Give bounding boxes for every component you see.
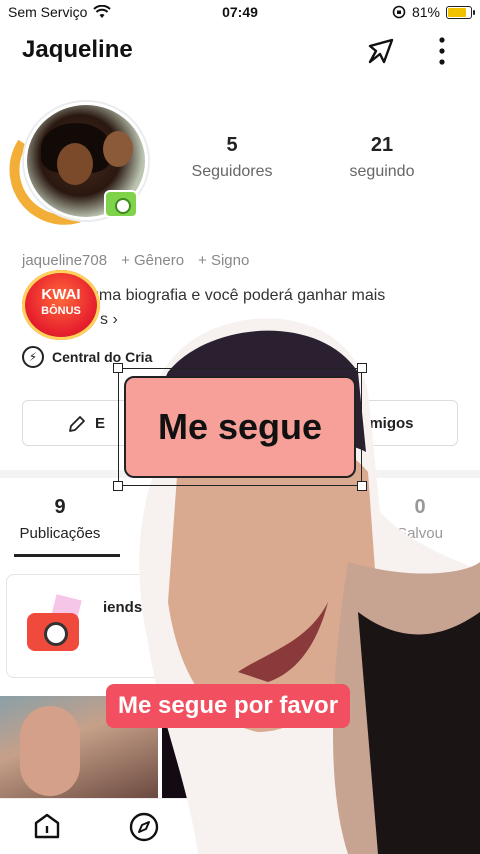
following-label: seguindo <box>349 163 415 180</box>
battery-percent: 81% <box>411 4 440 20</box>
following-stat[interactable]: 21 seguindo <box>312 134 452 181</box>
camera-sticker-icon <box>104 190 138 218</box>
profile-handle[interactable]: jaqueline708 <box>22 252 107 269</box>
home-icon[interactable] <box>32 811 62 841</box>
camera-illustration-icon <box>21 591 87 659</box>
handle-row: jaqueline708 + Gênero + Signo <box>22 252 249 269</box>
followers-label: Seguidores <box>191 163 273 180</box>
following-count: 21 <box>370 134 394 156</box>
followers-count: 5 <box>226 134 238 156</box>
kwai-badge-subtitle: BÔNUS <box>41 305 81 317</box>
add-sign-link[interactable]: + Signo <box>198 252 249 269</box>
me-segue-sticker[interactable]: Me segue <box>124 376 356 478</box>
share-arrow-icon[interactable] <box>364 34 398 68</box>
vertical-dots-icon[interactable] <box>434 36 450 66</box>
orientation-lock-icon <box>392 5 406 19</box>
kwai-bonus-badge[interactable]: KWAI BÔNUS <box>22 270 100 340</box>
status-right: 81% <box>392 4 475 20</box>
publications-label: Publicações <box>19 525 101 542</box>
active-tab-indicator <box>14 554 120 557</box>
profile-header: Jaqueline <box>0 28 480 72</box>
pencil-icon <box>69 416 85 432</box>
bolt-icon: ⚡ <box>22 346 44 368</box>
caption-banner[interactable]: Me segue por favor <box>106 684 351 728</box>
tab-publications[interactable]: 9 Publicações <box>0 496 120 542</box>
followers-stat[interactable]: 5 Seguidores <box>162 134 302 181</box>
publications-count: 9 <box>54 496 66 518</box>
profile-username: Jaqueline <box>22 36 133 63</box>
kwai-badge-title: KWAI <box>41 286 81 303</box>
battery-icon <box>446 5 475 19</box>
status-bar: Sem Serviço 07:49 81% <box>0 0 480 26</box>
edit-profile-label: E <box>95 414 106 432</box>
avatar-container[interactable] <box>0 100 152 236</box>
add-gender-link[interactable]: + Gênero <box>121 252 184 269</box>
